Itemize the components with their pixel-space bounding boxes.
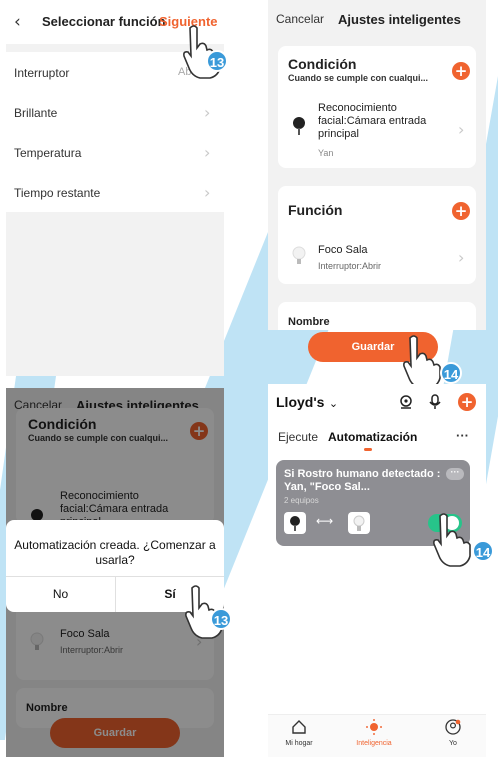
nav-smart[interactable]: Inteligencia — [344, 719, 404, 747]
list-item-label: Temperatura — [14, 146, 82, 160]
list-item-temperature[interactable]: Temperatura › — [6, 132, 224, 172]
bottom-nav: Mi hogar Inteligencia Yo — [268, 714, 486, 757]
dialog-yes-label: Sí — [164, 587, 176, 601]
function-item-subtitle: Interruptor:Abrir — [318, 261, 382, 271]
page-title: Seleccionar función — [42, 14, 166, 29]
function-card: Función + Foco Sala Interruptor:Abrir › — [278, 186, 476, 284]
list-item-remaining-time[interactable]: Tiempo restante › — [6, 172, 224, 212]
step-badge: 14 — [472, 540, 494, 562]
list-item-brightness[interactable]: Brillante › — [6, 92, 224, 132]
name-label: Nombre — [288, 316, 330, 328]
add-function-button[interactable]: + — [452, 202, 470, 220]
cancel-button[interactable]: Cancelar — [276, 12, 324, 26]
tab-indicator — [364, 448, 372, 451]
dialog-no-label: No — [52, 587, 69, 601]
home-icon — [292, 720, 306, 734]
chevron-right-icon: › — [204, 103, 211, 122]
step-badge: 13 — [210, 608, 232, 630]
list-item-label: Interruptor — [14, 66, 70, 80]
add-condition-button[interactable]: + — [452, 62, 470, 80]
sun-icon — [366, 719, 382, 735]
light-bulb-icon — [292, 246, 306, 264]
page-title: Ajustes inteligentes — [338, 12, 461, 27]
camera-icon — [293, 117, 305, 135]
light-bulb-device-icon — [348, 512, 370, 534]
microphone-icon[interactable] — [428, 394, 442, 410]
add-button[interactable]: + — [458, 393, 476, 411]
step-badge: 13 — [206, 50, 228, 72]
step-badge: 14 — [440, 362, 462, 384]
nav-me[interactable]: Yo — [428, 719, 478, 747]
chevron-down-icon: ⌄ — [328, 397, 339, 410]
chevron-left-icon[interactable]: ‹ — [14, 12, 21, 32]
name-card[interactable]: Nombre — [278, 302, 476, 330]
automation-created-screen: Cancelar Ajustes inteligentes Condición … — [6, 388, 224, 757]
arrow-right-icon: ⟷ — [316, 514, 334, 528]
more-options-icon[interactable]: ··· — [446, 468, 464, 480]
dialog-message: Automatización creada. ¿Comenzar a usarl… — [14, 538, 216, 567]
function-item-title[interactable]: Foco Sala — [318, 244, 368, 256]
scan-icon[interactable] — [398, 394, 414, 410]
list-item-label: Brillante — [14, 106, 58, 120]
condition-card: Condición Cuando se cumple con cualqui..… — [278, 46, 476, 168]
camera-device-icon — [284, 512, 306, 534]
nav-home[interactable]: Mi hogar — [274, 719, 324, 747]
profile-icon — [445, 719, 461, 735]
chevron-right-icon: › — [458, 120, 465, 139]
chevron-right-icon: › — [204, 183, 211, 202]
list-item-label: Tiempo restante — [14, 186, 101, 200]
function-title: Función — [288, 202, 343, 218]
automation-list-screen: Lloyd's ⌄ + Ejecute Automatización ··· S… — [268, 384, 486, 757]
condition-item-title[interactable]: Reconocimiento facial:Cámara entrada pri… — [318, 102, 448, 141]
nav-me-label: Yo — [449, 740, 457, 747]
save-button-label: Guardar — [351, 341, 395, 353]
condition-subtitle[interactable]: Cuando se cumple con cualqui... — [288, 73, 428, 83]
pointing-hand-icon — [403, 335, 441, 389]
automation-title: Si Rostro humano detectado : Yan, "Foco … — [284, 468, 441, 493]
smart-settings-screen: Cancelar Ajustes inteligentes Condición … — [268, 0, 486, 330]
more-options-button[interactable]: ··· — [456, 428, 469, 443]
condition-title: Condición — [288, 56, 357, 72]
nav-home-label: Mi hogar — [285, 740, 313, 747]
home-name: Lloyd's — [276, 394, 325, 410]
tab-run[interactable]: Ejecute — [278, 430, 318, 444]
home-selector[interactable]: Lloyd's ⌄ — [276, 394, 338, 412]
header-bar: Cancelar Ajustes inteligentes — [268, 0, 486, 40]
nav-smart-label: Inteligencia — [356, 740, 392, 747]
chevron-right-icon: › — [204, 143, 211, 162]
condition-item-subtitle: Yan — [318, 148, 334, 158]
automation-subtitle: 2 equipos — [284, 496, 319, 505]
chevron-right-icon: › — [458, 248, 465, 267]
dialog-no-button[interactable]: No — [6, 577, 115, 612]
tab-automation[interactable]: Automatización — [328, 430, 417, 444]
pointing-hand-icon — [433, 513, 471, 567]
